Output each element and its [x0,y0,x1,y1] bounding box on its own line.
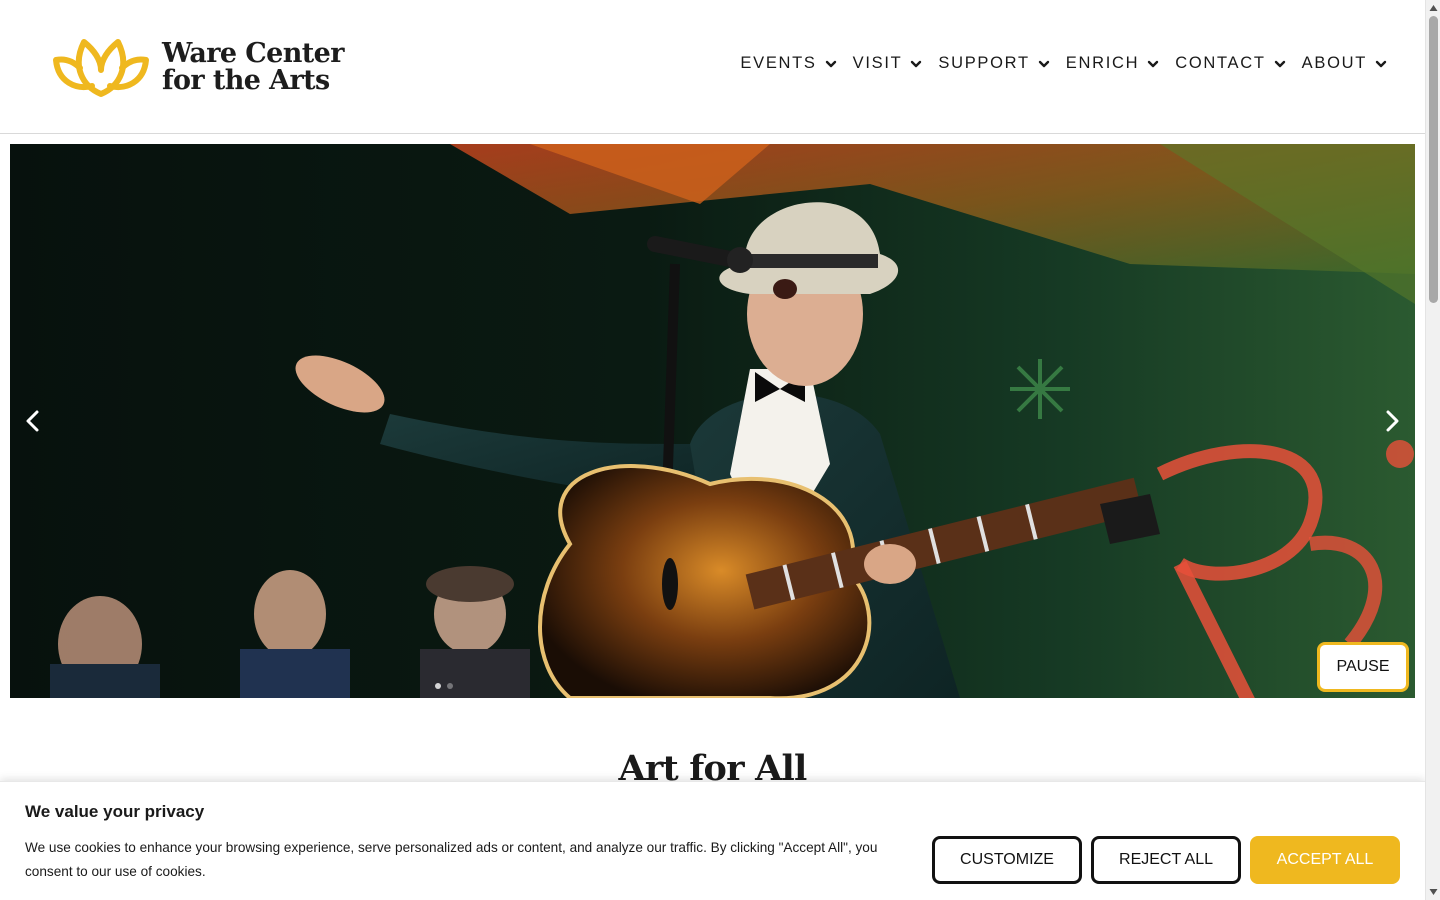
hero-slider: PAUSE [10,144,1415,698]
scroll-up-arrow-icon[interactable] [1429,3,1438,13]
slider-pause-button[interactable]: PAUSE [1317,642,1409,692]
nav-item-visit[interactable]: VISIT [853,54,923,73]
scrollbar-thumb[interactable] [1429,16,1438,303]
nav-item-label: SUPPORT [938,54,1030,72]
main-nav: EVENTS VISIT SUPPORT ENRICH CONTACT ABOU… [724,54,1387,73]
lotus-logo-icon [53,39,149,97]
logo-line-1: Ware Center [162,38,344,69]
cookie-description: We use cookies to enhance your browsing … [25,840,878,879]
nav-item-contact[interactable]: CONTACT [1175,54,1285,73]
chevron-down-icon [1148,60,1159,67]
nav-item-label: ABOUT [1301,54,1367,72]
page-scrollbar[interactable] [1425,0,1440,900]
chevron-left-icon [26,410,39,432]
chevron-down-icon [1038,60,1049,67]
nav-item-label: CONTACT [1175,54,1266,72]
chevron-down-icon [1375,60,1387,67]
cookie-actions: CUSTOMIZE REJECT ALL ACCEPT ALL [932,836,1400,884]
cookie-title: We value your privacy [25,802,205,821]
logo-line-2: for the Arts [162,65,330,96]
nav-item-support[interactable]: SUPPORT [938,54,1049,73]
chevron-down-icon [825,60,836,67]
site-header: Ware Center for the Arts EVENTS VISIT SU… [0,0,1425,134]
nav-item-label: VISIT [852,54,903,72]
chevron-down-icon [1274,60,1285,67]
nav-item-label: EVENTS [740,54,817,72]
nav-item-about[interactable]: ABOUT [1302,54,1387,73]
reject-all-button[interactable]: REJECT ALL [1091,836,1241,884]
slider-next-button[interactable] [1377,406,1407,436]
customize-button[interactable]: CUSTOMIZE [932,836,1082,884]
hero-image-singer-with-guitar [10,144,1415,698]
slider-dot[interactable] [435,683,441,689]
nav-item-label: ENRICH [1065,54,1140,72]
slider-prev-button[interactable] [18,406,48,436]
cookie-consent-banner: We value your privacy We use cookies to … [0,781,1425,900]
chevron-right-icon [1386,410,1399,432]
nav-item-events[interactable]: EVENTS [740,54,836,73]
logo-wordmark: Ware Center for the Arts [162,40,344,94]
slider-pagination [435,683,453,689]
scroll-down-arrow-icon[interactable] [1429,887,1438,897]
chevron-down-icon [911,60,922,67]
slider-dot[interactable] [447,683,453,689]
site-logo[interactable]: Ware Center for the Arts [52,36,344,98]
nav-item-enrich[interactable]: ENRICH [1066,54,1159,73]
accept-all-button[interactable]: ACCEPT ALL [1250,836,1400,884]
